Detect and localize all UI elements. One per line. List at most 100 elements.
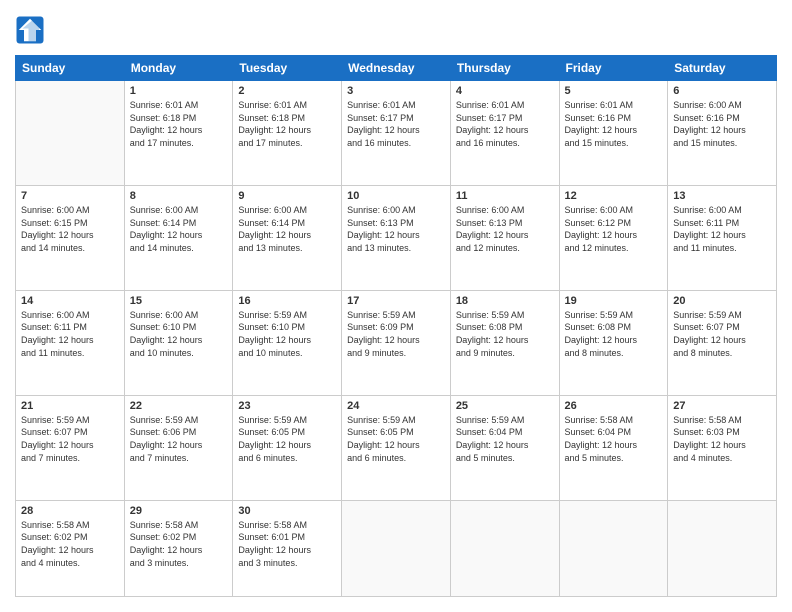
- day-info: Sunrise: 5:59 AM Sunset: 6:08 PM Dayligh…: [456, 309, 554, 359]
- day-number: 28: [21, 505, 119, 517]
- day-info: Sunrise: 5:59 AM Sunset: 6:07 PM Dayligh…: [673, 309, 771, 359]
- day-number: 27: [673, 400, 771, 412]
- day-number: 9: [238, 190, 336, 202]
- day-info: Sunrise: 5:58 AM Sunset: 6:02 PM Dayligh…: [21, 519, 119, 569]
- day-number: 13: [673, 190, 771, 202]
- calendar-cell: 11Sunrise: 6:00 AM Sunset: 6:13 PM Dayli…: [450, 185, 559, 290]
- calendar-table: SundayMondayTuesdayWednesdayThursdayFrid…: [15, 55, 777, 597]
- calendar-cell: 30 Sunrise: 5:58 AM Sunset: 6:01 PM Dayli…: [233, 500, 342, 596]
- calendar-header-friday: Friday: [559, 56, 668, 81]
- day-number: 6: [673, 85, 771, 97]
- day-info: Sunrise: 6:01 AM Sunset: 6:17 PM Dayligh…: [347, 99, 445, 149]
- calendar-cell: [16, 81, 125, 186]
- day-info: Sunrise: 6:00 AM Sunset: 6:15 PM Dayligh…: [21, 204, 119, 254]
- logo-icon: [15, 15, 45, 45]
- page: SundayMondayTuesdayWednesdayThursdayFrid…: [0, 0, 792, 612]
- calendar-week-row: 14Sunrise: 6:00 AM Sunset: 6:11 PM Dayli…: [16, 290, 777, 395]
- calendar-cell: 23Sunrise: 5:59 AM Sunset: 6:05 PM Dayli…: [233, 395, 342, 500]
- calendar-header-row: SundayMondayTuesdayWednesdayThursdayFrid…: [16, 56, 777, 81]
- day-info: Sunrise: 6:01 AM Sunset: 6:18 PM Dayligh…: [238, 99, 336, 149]
- calendar-cell: 9Sunrise: 6:00 AM Sunset: 6:14 PM Daylig…: [233, 185, 342, 290]
- calendar-cell: 3 Sunrise: 6:01 AM Sunset: 6:17 PM Daylig…: [342, 81, 451, 186]
- day-number: 12: [565, 190, 663, 202]
- day-number: 24: [347, 400, 445, 412]
- day-number: 11: [456, 190, 554, 202]
- calendar-cell: 22 Sunrise: 5:59 AM Sunset: 6:06 PM Dayli…: [124, 395, 233, 500]
- day-info: Sunrise: 6:00 AM Sunset: 6:13 PM Dayligh…: [347, 204, 445, 254]
- day-info: Sunrise: 6:00 AM Sunset: 6:11 PM Dayligh…: [673, 204, 771, 254]
- day-number: 15: [130, 295, 228, 307]
- calendar-cell: 27 Sunrise: 5:58 AM Sunset: 6:03 PM Dayli…: [668, 395, 777, 500]
- calendar-cell: 28 Sunrise: 5:58 AM Sunset: 6:02 PM Dayli…: [16, 500, 125, 596]
- day-info: Sunrise: 5:59 AM Sunset: 6:09 PM Dayligh…: [347, 309, 445, 359]
- day-number: 2: [238, 85, 336, 97]
- day-number: 23: [238, 400, 336, 412]
- day-info: Sunrise: 6:01 AM Sunset: 6:16 PM Dayligh…: [565, 99, 663, 149]
- day-info: Sunrise: 5:59 AM Sunset: 6:06 PM Dayligh…: [130, 414, 228, 464]
- calendar-cell: [559, 500, 668, 596]
- calendar-cell: [668, 500, 777, 596]
- day-number: 8: [130, 190, 228, 202]
- day-number: 1: [130, 85, 228, 97]
- calendar-cell: 15 Sunrise: 6:00 AM Sunset: 6:10 PM Dayli…: [124, 290, 233, 395]
- day-info: Sunrise: 6:00 AM Sunset: 6:16 PM Dayligh…: [673, 99, 771, 149]
- calendar-cell: 14Sunrise: 6:00 AM Sunset: 6:11 PM Dayli…: [16, 290, 125, 395]
- calendar-header-thursday: Thursday: [450, 56, 559, 81]
- day-info: Sunrise: 6:01 AM Sunset: 6:17 PM Dayligh…: [456, 99, 554, 149]
- calendar-cell: 1Sunrise: 6:01 AM Sunset: 6:18 PM Daylig…: [124, 81, 233, 186]
- calendar-cell: 12Sunrise: 6:00 AM Sunset: 6:12 PM Dayli…: [559, 185, 668, 290]
- day-number: 4: [456, 85, 554, 97]
- calendar-cell: 6 Sunrise: 6:00 AM Sunset: 6:16 PM Daylig…: [668, 81, 777, 186]
- calendar-cell: 19 Sunrise: 5:59 AM Sunset: 6:08 PM Dayli…: [559, 290, 668, 395]
- calendar-cell: 16Sunrise: 5:59 AM Sunset: 6:10 PM Dayli…: [233, 290, 342, 395]
- calendar-header-monday: Monday: [124, 56, 233, 81]
- day-number: 20: [673, 295, 771, 307]
- calendar-week-row: 1 Sunrise: 6:01 AM Sunset: 6:18 PM Daylig…: [16, 81, 777, 186]
- calendar-cell: 20 Sunrise: 5:59 AM Sunset: 6:07 PM Dayli…: [668, 290, 777, 395]
- calendar-cell: 13 Sunrise: 6:00 AM Sunset: 6:11 PM Dayli…: [668, 185, 777, 290]
- calendar-week-row: 28 Sunrise: 5:58 AM Sunset: 6:02 PM Dayli…: [16, 500, 777, 596]
- calendar-cell: 17 Sunrise: 5:59 AM Sunset: 6:09 PM Dayli…: [342, 290, 451, 395]
- calendar-cell: 21 Sunrise: 5:59 AM Sunset: 6:07 PM Dayli…: [16, 395, 125, 500]
- day-info: Sunrise: 5:58 AM Sunset: 6:04 PM Dayligh…: [565, 414, 663, 464]
- day-info: Sunrise: 5:58 AM Sunset: 6:03 PM Dayligh…: [673, 414, 771, 464]
- day-number: 17: [347, 295, 445, 307]
- day-number: 19: [565, 295, 663, 307]
- day-number: 21: [21, 400, 119, 412]
- calendar-cell: 29 Sunrise: 5:58 AM Sunset: 6:02 PM Dayli…: [124, 500, 233, 596]
- calendar-week-row: 21 Sunrise: 5:59 AM Sunset: 6:07 PM Dayli…: [16, 395, 777, 500]
- day-number: 5: [565, 85, 663, 97]
- calendar-cell: 26Sunrise: 5:58 AM Sunset: 6:04 PM Dayli…: [559, 395, 668, 500]
- calendar-week-row: 7 Sunrise: 6:00 AM Sunset: 6:15 PM Daylig…: [16, 185, 777, 290]
- day-info: Sunrise: 5:58 AM Sunset: 6:01 PM Dayligh…: [238, 519, 336, 569]
- calendar-cell: 2 Sunrise: 6:01 AM Sunset: 6:18 PM Daylig…: [233, 81, 342, 186]
- day-number: 10: [347, 190, 445, 202]
- day-number: 7: [21, 190, 119, 202]
- day-info: Sunrise: 6:00 AM Sunset: 6:11 PM Dayligh…: [21, 309, 119, 359]
- calendar-header-wednesday: Wednesday: [342, 56, 451, 81]
- logo: [15, 15, 47, 45]
- header: [15, 15, 777, 45]
- calendar-header-tuesday: Tuesday: [233, 56, 342, 81]
- day-number: 25: [456, 400, 554, 412]
- calendar-cell: [342, 500, 451, 596]
- day-number: 3: [347, 85, 445, 97]
- calendar-header-sunday: Sunday: [16, 56, 125, 81]
- day-info: Sunrise: 5:59 AM Sunset: 6:07 PM Dayligh…: [21, 414, 119, 464]
- calendar-cell: [450, 500, 559, 596]
- day-info: Sunrise: 5:59 AM Sunset: 6:04 PM Dayligh…: [456, 414, 554, 464]
- calendar-cell: 7 Sunrise: 6:00 AM Sunset: 6:15 PM Daylig…: [16, 185, 125, 290]
- calendar-cell: 8 Sunrise: 6:00 AM Sunset: 6:14 PM Daylig…: [124, 185, 233, 290]
- day-info: Sunrise: 6:00 AM Sunset: 6:14 PM Dayligh…: [130, 204, 228, 254]
- calendar-cell: 18 Sunrise: 5:59 AM Sunset: 6:08 PM Dayli…: [450, 290, 559, 395]
- calendar-cell: 5 Sunrise: 6:01 AM Sunset: 6:16 PM Daylig…: [559, 81, 668, 186]
- calendar-cell: 10 Sunrise: 6:00 AM Sunset: 6:13 PM Dayli…: [342, 185, 451, 290]
- day-number: 22: [130, 400, 228, 412]
- day-info: Sunrise: 6:00 AM Sunset: 6:10 PM Dayligh…: [130, 309, 228, 359]
- calendar-cell: 4 Sunrise: 6:01 AM Sunset: 6:17 PM Daylig…: [450, 81, 559, 186]
- day-number: 18: [456, 295, 554, 307]
- day-number: 29: [130, 505, 228, 517]
- day-info: Sunrise: 5:58 AM Sunset: 6:02 PM Dayligh…: [130, 519, 228, 569]
- day-number: 30: [238, 505, 336, 517]
- day-info: Sunrise: 5:59 AM Sunset: 6:08 PM Dayligh…: [565, 309, 663, 359]
